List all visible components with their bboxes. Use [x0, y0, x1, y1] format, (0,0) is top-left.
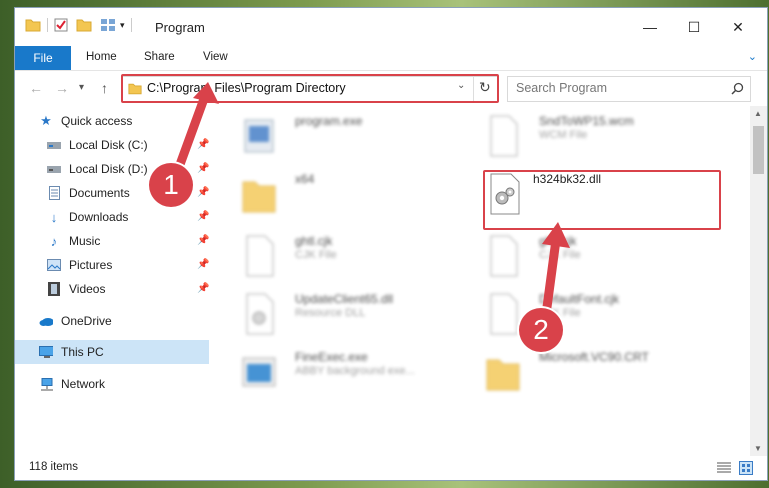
annotation-arrow-1	[173, 82, 570, 327]
step-2-badge: 2	[519, 308, 563, 352]
step-1-badge: 1	[149, 163, 193, 207]
